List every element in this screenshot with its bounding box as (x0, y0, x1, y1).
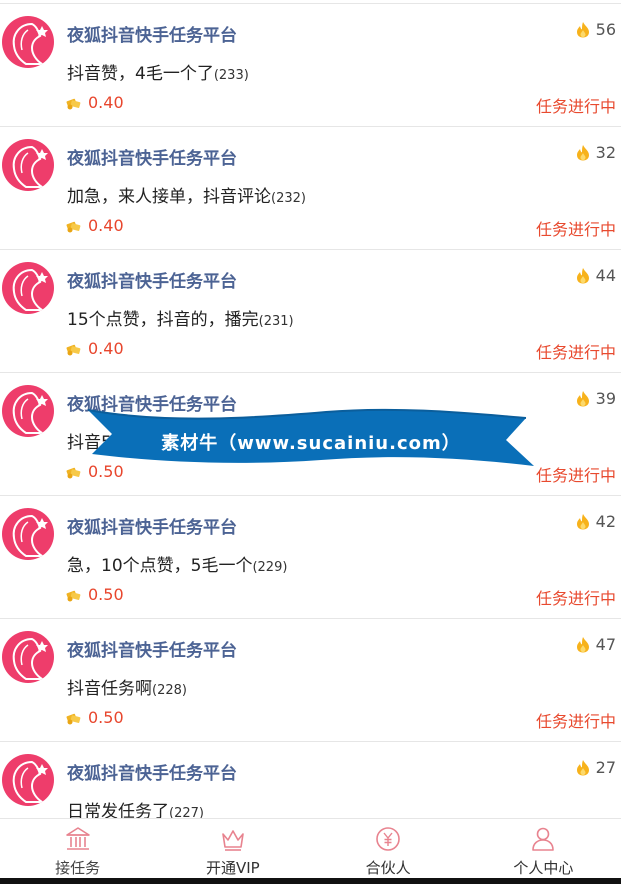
tab-label: 开通VIP (206, 859, 260, 877)
status-label: 任务进行中 (535, 343, 616, 362)
heat-count: 56 (595, 20, 616, 39)
screen-edge (0, 878, 621, 884)
task-item[interactable]: 夜狐抖音快手任务平台 加急，来人接单，抖音评论(232) 32 0.40 任务进… (0, 127, 621, 250)
status-label: 任务进行中 (535, 466, 616, 485)
flame-icon (576, 391, 589, 407)
coins-icon (66, 344, 81, 355)
heat-count: 47 (595, 635, 616, 654)
flame-icon (576, 760, 589, 776)
reward: 0.50 (66, 585, 124, 604)
tab-profile[interactable]: 个人中心 (466, 819, 621, 879)
task-item[interactable]: 夜狐抖音快手任务平台 日常发任务了(227) 27 (0, 742, 621, 818)
status-label: 任务进行中 (535, 220, 616, 239)
price-value: 0.40 (88, 93, 124, 112)
avatar (2, 754, 54, 806)
avatar (2, 16, 54, 68)
heat-counter: 47 (576, 635, 616, 654)
coins-icon (66, 713, 81, 724)
status-label: 任务进行中 (535, 589, 616, 608)
task-description: 日常发任务了(227) (67, 797, 204, 818)
watermark-text: 素材牛（www.sucainiu.com） (161, 433, 461, 454)
flame-icon (576, 268, 589, 284)
task-id: (229) (252, 560, 288, 575)
coins-icon (66, 590, 81, 601)
task-item[interactable]: 夜狐抖音快手任务平台 15个点赞，抖音的，播完(231) 44 0.40 任务进… (0, 250, 621, 373)
price-value: 0.40 (88, 216, 124, 235)
avatar (2, 631, 54, 683)
flame-icon (576, 145, 589, 161)
task-item[interactable]: 夜狐抖音快手任务平台 急，10个点赞，5毛一个(229) 42 0.50 任务进… (0, 496, 621, 619)
bank-icon (65, 827, 90, 850)
tab-label: 个人中心 (513, 859, 574, 877)
heat-count: 44 (595, 266, 616, 285)
heat-counter: 27 (576, 758, 616, 777)
status-label: 任务进行中 (535, 97, 616, 116)
coins-icon (66, 467, 81, 478)
heat-count: 32 (595, 143, 616, 162)
platform-name: 夜狐抖音快手任务平台 (67, 26, 237, 46)
task-description: 15个点赞，抖音的，播完(231) (67, 310, 294, 330)
reward: 0.40 (66, 216, 124, 235)
tab-vip[interactable]: 开通VIP (155, 819, 310, 879)
heat-counter: 56 (576, 20, 616, 39)
task-id: (232) (271, 191, 306, 206)
coins-icon (66, 221, 81, 232)
crown-icon (222, 830, 244, 851)
price-value: 0.50 (88, 708, 124, 727)
heat-counter: 32 (576, 143, 616, 162)
reward: 0.40 (66, 339, 124, 358)
price-value: 0.50 (88, 585, 124, 604)
heat-count: 39 (595, 389, 616, 408)
task-id: (233) (213, 68, 249, 83)
task-item[interactable]: 夜狐抖音快手任务平台 抖音赞，4毛一个了(233) 56 0.40 任务进行中 (0, 4, 621, 127)
heat-counter: 39 (576, 389, 616, 408)
task-id: (231) (258, 314, 294, 329)
avatar (2, 508, 54, 560)
platform-name: 夜狐抖音快手任务平台 (67, 764, 237, 784)
avatar (2, 262, 54, 314)
flame-icon (576, 637, 589, 653)
bottom-tab-bar: 接任务 开通VIP 合伙人 个人中心 (0, 818, 621, 879)
avatar (2, 385, 54, 437)
heat-count: 27 (595, 758, 616, 777)
task-id: (227) (169, 806, 204, 818)
task-description: 抖音赞，4毛一个了(233) (67, 64, 249, 84)
flame-icon (576, 22, 589, 38)
platform-name: 夜狐抖音快手任务平台 (67, 272, 237, 292)
flame-icon (576, 514, 589, 530)
reward: 0.40 (66, 93, 124, 112)
platform-name: 夜狐抖音快手任务平台 (67, 149, 237, 169)
tab-label: 接任务 (55, 859, 101, 877)
heat-counter: 44 (576, 266, 616, 285)
task-description: 加急，来人接单，抖音评论(232) (67, 187, 306, 207)
tab-label: 合伙人 (365, 859, 411, 877)
yuan-coin-icon (376, 827, 400, 851)
avatar (2, 139, 54, 191)
status-label: 任务进行中 (535, 712, 616, 731)
tab-tasks[interactable]: 接任务 (0, 819, 155, 879)
reward: 0.50 (66, 708, 124, 727)
watermark-banner: 素材牛（www.sucainiu.com） (86, 390, 536, 470)
platform-name: 夜狐抖音快手任务平台 (67, 518, 237, 538)
user-icon (532, 827, 555, 851)
task-id: (228) (152, 683, 187, 698)
task-description: 抖音任务啊(228) (67, 679, 187, 699)
price-value: 0.40 (88, 339, 124, 358)
task-item[interactable]: 夜狐抖音快手任务平台 抖音任务啊(228) 47 0.50 任务进行中 (0, 619, 621, 742)
coins-icon (66, 98, 81, 109)
tab-partner[interactable]: 合伙人 (311, 819, 466, 879)
platform-name: 夜狐抖音快手任务平台 (67, 641, 237, 661)
heat-count: 42 (595, 512, 616, 531)
heat-counter: 42 (576, 512, 616, 531)
task-description: 急，10个点赞，5毛一个(229) (67, 556, 288, 576)
